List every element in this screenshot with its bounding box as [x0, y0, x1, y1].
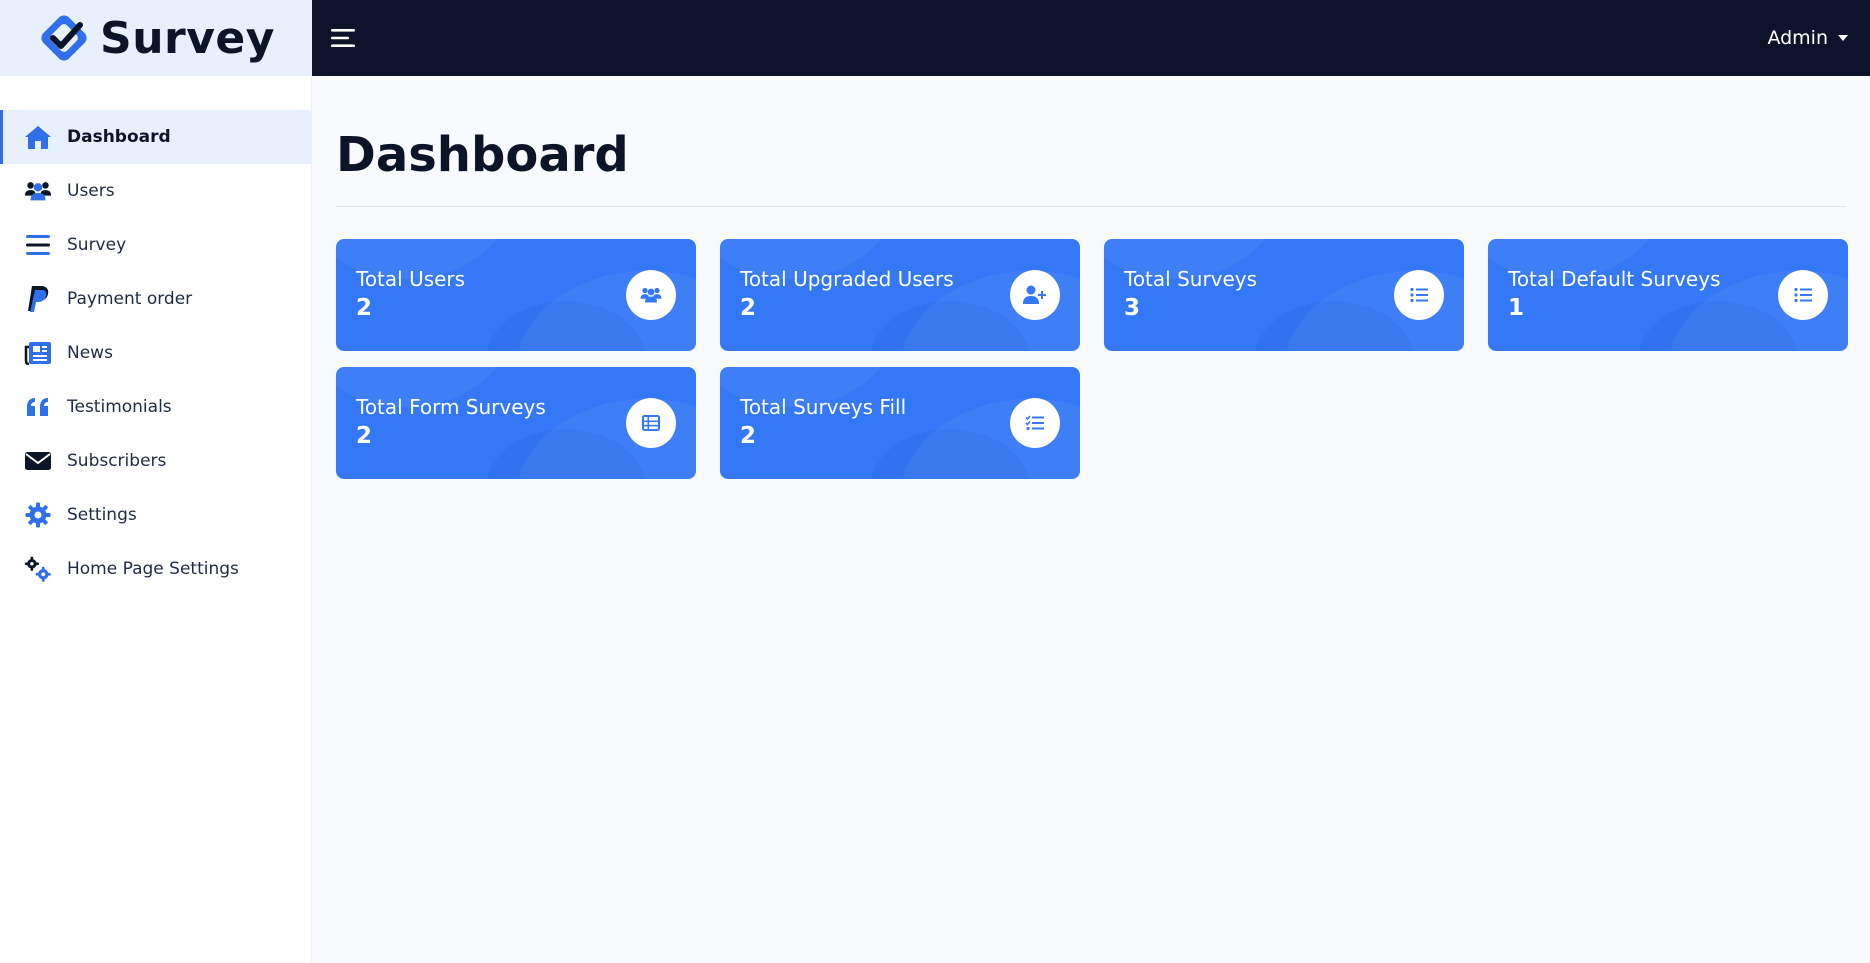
- sidebar-item-label: Testimonials: [67, 397, 172, 417]
- page-title: Dashboard: [336, 127, 629, 183]
- user-menu-dropdown[interactable]: Admin: [1767, 27, 1848, 49]
- topbar: Admin: [312, 0, 1870, 76]
- table-list-icon: [626, 398, 676, 448]
- sidebar: Survey Dashboard Users Survey Payment or…: [0, 0, 312, 963]
- sidebar-item-payment-order[interactable]: Payment order: [0, 272, 311, 326]
- gear-icon: [24, 501, 52, 529]
- sidebar-item-label: Home Page Settings: [67, 559, 239, 579]
- bars-icon: [24, 231, 52, 259]
- envelope-icon: [24, 447, 52, 475]
- sidebar-item-label: Subscribers: [67, 451, 167, 471]
- sidebar-item-news[interactable]: News: [0, 326, 311, 380]
- sidebar-item-label: Survey: [67, 235, 127, 255]
- main-content: Dashboard Total Users 2 Total Upgraded U…: [336, 76, 1848, 479]
- divider: [336, 206, 1846, 207]
- sidebar-item-dashboard[interactable]: Dashboard: [0, 110, 311, 164]
- stat-card-total-form-surveys[interactable]: Total Form Surveys 2: [336, 367, 696, 479]
- list-icon: [1778, 270, 1828, 320]
- sidebar-item-label: Dashboard: [67, 127, 171, 147]
- stat-card-total-surveys[interactable]: Total Surveys 3: [1104, 239, 1464, 351]
- user-menu-label: Admin: [1767, 27, 1828, 49]
- home-icon: [24, 123, 52, 151]
- sidebar-item-label: News: [67, 343, 113, 363]
- brand-name: Survey: [100, 12, 275, 64]
- paypal-icon: [24, 285, 52, 313]
- users-icon: [24, 177, 52, 205]
- sidebar-item-home-page-settings[interactable]: Home Page Settings: [0, 542, 311, 596]
- user-plus-icon: [1010, 270, 1060, 320]
- stat-card-total-users[interactable]: Total Users 2: [336, 239, 696, 351]
- quote-icon: [24, 393, 52, 421]
- sidebar-item-testimonials[interactable]: Testimonials: [0, 380, 311, 434]
- list-check-icon: [1010, 398, 1060, 448]
- caret-down-icon: [1838, 35, 1848, 41]
- gears-icon: [24, 555, 52, 583]
- sidebar-item-label: Users: [67, 181, 115, 201]
- sidebar-nav: Dashboard Users Survey Payment order New…: [0, 110, 311, 596]
- sidebar-item-subscribers[interactable]: Subscribers: [0, 434, 311, 488]
- stats-cards: Total Users 2 Total Upgraded Users 2 Tot…: [336, 239, 1848, 479]
- users-icon: [626, 270, 676, 320]
- newspaper-icon: [24, 339, 52, 367]
- survey-logo-icon: [36, 10, 92, 66]
- stat-card-total-default-surveys[interactable]: Total Default Surveys 1: [1488, 239, 1848, 351]
- sidebar-item-users[interactable]: Users: [0, 164, 311, 218]
- hamburger-menu-icon[interactable]: [328, 23, 358, 53]
- stat-card-total-surveys-fill[interactable]: Total Surveys Fill 2: [720, 367, 1080, 479]
- sidebar-item-label: Settings: [67, 505, 137, 525]
- sidebar-item-settings[interactable]: Settings: [0, 488, 311, 542]
- sidebar-item-survey[interactable]: Survey: [0, 218, 311, 272]
- sidebar-item-label: Payment order: [67, 289, 193, 309]
- list-icon: [1394, 270, 1444, 320]
- brand[interactable]: Survey: [0, 0, 311, 76]
- stat-card-total-upgraded-users[interactable]: Total Upgraded Users 2: [720, 239, 1080, 351]
